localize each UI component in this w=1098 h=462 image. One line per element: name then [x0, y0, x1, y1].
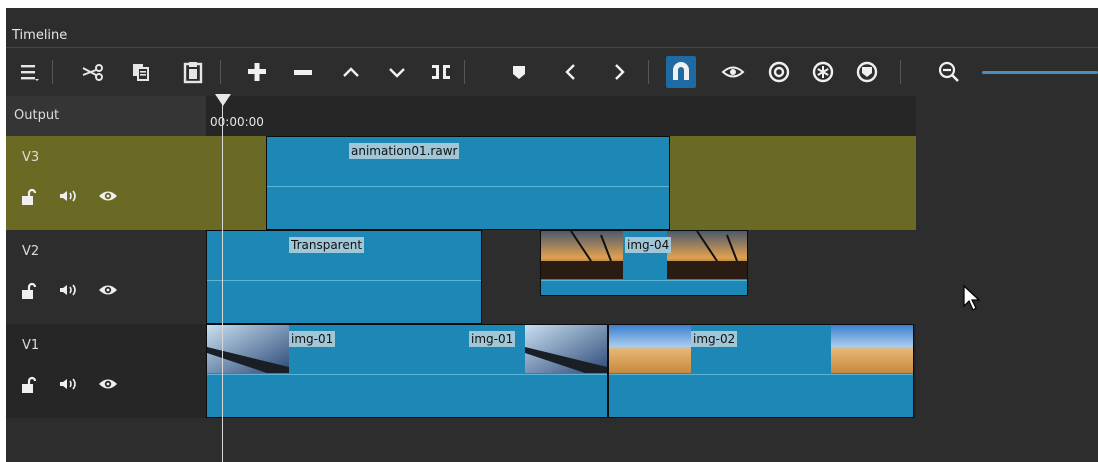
clip-label: Transparent: [289, 237, 365, 253]
timeline-toolbar: [6, 52, 1098, 92]
clip-waveform-line: [541, 280, 747, 281]
clip-thumbnail: [831, 325, 913, 373]
toolbar-separator: [648, 60, 649, 84]
eye-icon[interactable]: [98, 376, 118, 392]
timeline-panel: Timeline Output V3 V2 V1 00:00:00 animat…: [6, 8, 1098, 462]
eye-icon[interactable]: [98, 282, 118, 298]
lock-icon[interactable]: [20, 376, 36, 394]
remove-icon[interactable]: [286, 52, 320, 92]
ripple-icon[interactable]: [762, 52, 796, 92]
audio-icon[interactable]: [58, 376, 78, 392]
toolbar-separator: [220, 60, 221, 84]
clip-thumbnail: [525, 325, 607, 373]
mouse-cursor-icon: [963, 284, 981, 311]
ripple-markers-icon[interactable]: [850, 52, 884, 92]
split-icon[interactable]: [424, 52, 458, 92]
clip-label: img-01: [469, 331, 516, 347]
lock-icon[interactable]: [20, 282, 36, 300]
snap-icon[interactable]: [666, 56, 696, 88]
toolbar-separator: [900, 60, 901, 84]
prev-marker-icon[interactable]: [554, 52, 588, 92]
clip[interactable]: img-02: [608, 324, 914, 418]
audio-icon[interactable]: [58, 188, 78, 204]
overwrite-icon[interactable]: [380, 52, 414, 92]
toolbar-separator: [464, 60, 465, 84]
track-header-v1[interactable]: V1: [6, 324, 206, 418]
track-lane-v1[interactable]: img-01 img-01 img-02: [206, 324, 916, 418]
clip-thumbnail: [609, 325, 691, 373]
menu-icon[interactable]: [12, 52, 46, 92]
scrub-icon[interactable]: [716, 52, 750, 92]
track-lane-v2[interactable]: Transparent img-04: [206, 230, 916, 324]
zoom-out-icon[interactable]: [932, 52, 966, 92]
track-name: V2: [22, 244, 40, 259]
clip-label: animation01.rawr: [349, 143, 460, 159]
marker-icon[interactable]: [502, 52, 536, 92]
ripple-all-icon[interactable]: [806, 52, 840, 92]
append-icon[interactable]: [240, 52, 274, 92]
track-header-v3[interactable]: V3: [6, 136, 206, 230]
clip-waveform-line: [609, 374, 913, 375]
eye-icon[interactable]: [98, 188, 118, 204]
clip-thumbnail: [667, 231, 747, 279]
clip-waveform-line: [207, 280, 481, 281]
ruler-timecode: 00:00:00: [210, 115, 264, 129]
clip-thumbnail: [541, 231, 623, 279]
playhead-line[interactable]: [222, 96, 223, 462]
copy-icon[interactable]: [124, 52, 158, 92]
output-header[interactable]: Output: [6, 96, 206, 136]
lock-icon[interactable]: [20, 188, 36, 206]
panel-title: Timeline: [6, 24, 1098, 48]
paste-icon[interactable]: [176, 52, 210, 92]
zoom-slider[interactable]: [982, 71, 1098, 74]
clip-label: img-02: [691, 331, 738, 347]
track-name: V3: [22, 150, 40, 165]
audio-icon[interactable]: [58, 282, 78, 298]
cut-icon[interactable]: [76, 52, 110, 92]
next-marker-icon[interactable]: [602, 52, 636, 92]
track-header-v2[interactable]: V2: [6, 230, 206, 324]
playhead-handle[interactable]: [215, 94, 231, 106]
clip-thumbnail: [207, 325, 289, 373]
time-ruler[interactable]: 00:00:00: [206, 96, 916, 136]
clip-waveform-line: [207, 374, 607, 375]
clip-waveform-line: [267, 186, 669, 187]
clip-label: img-01: [289, 331, 336, 347]
clip[interactable]: Transparent: [206, 230, 482, 324]
clip[interactable]: animation01.rawr: [266, 136, 670, 230]
clip[interactable]: img-04: [540, 230, 748, 296]
clip-label: img-04: [625, 237, 672, 253]
track-lane-v3[interactable]: animation01.rawr: [206, 136, 916, 230]
lift-icon[interactable]: [334, 52, 368, 92]
track-name: V1: [22, 338, 40, 353]
toolbar-separator: [52, 60, 53, 84]
clip[interactable]: img-01 img-01: [206, 324, 608, 418]
